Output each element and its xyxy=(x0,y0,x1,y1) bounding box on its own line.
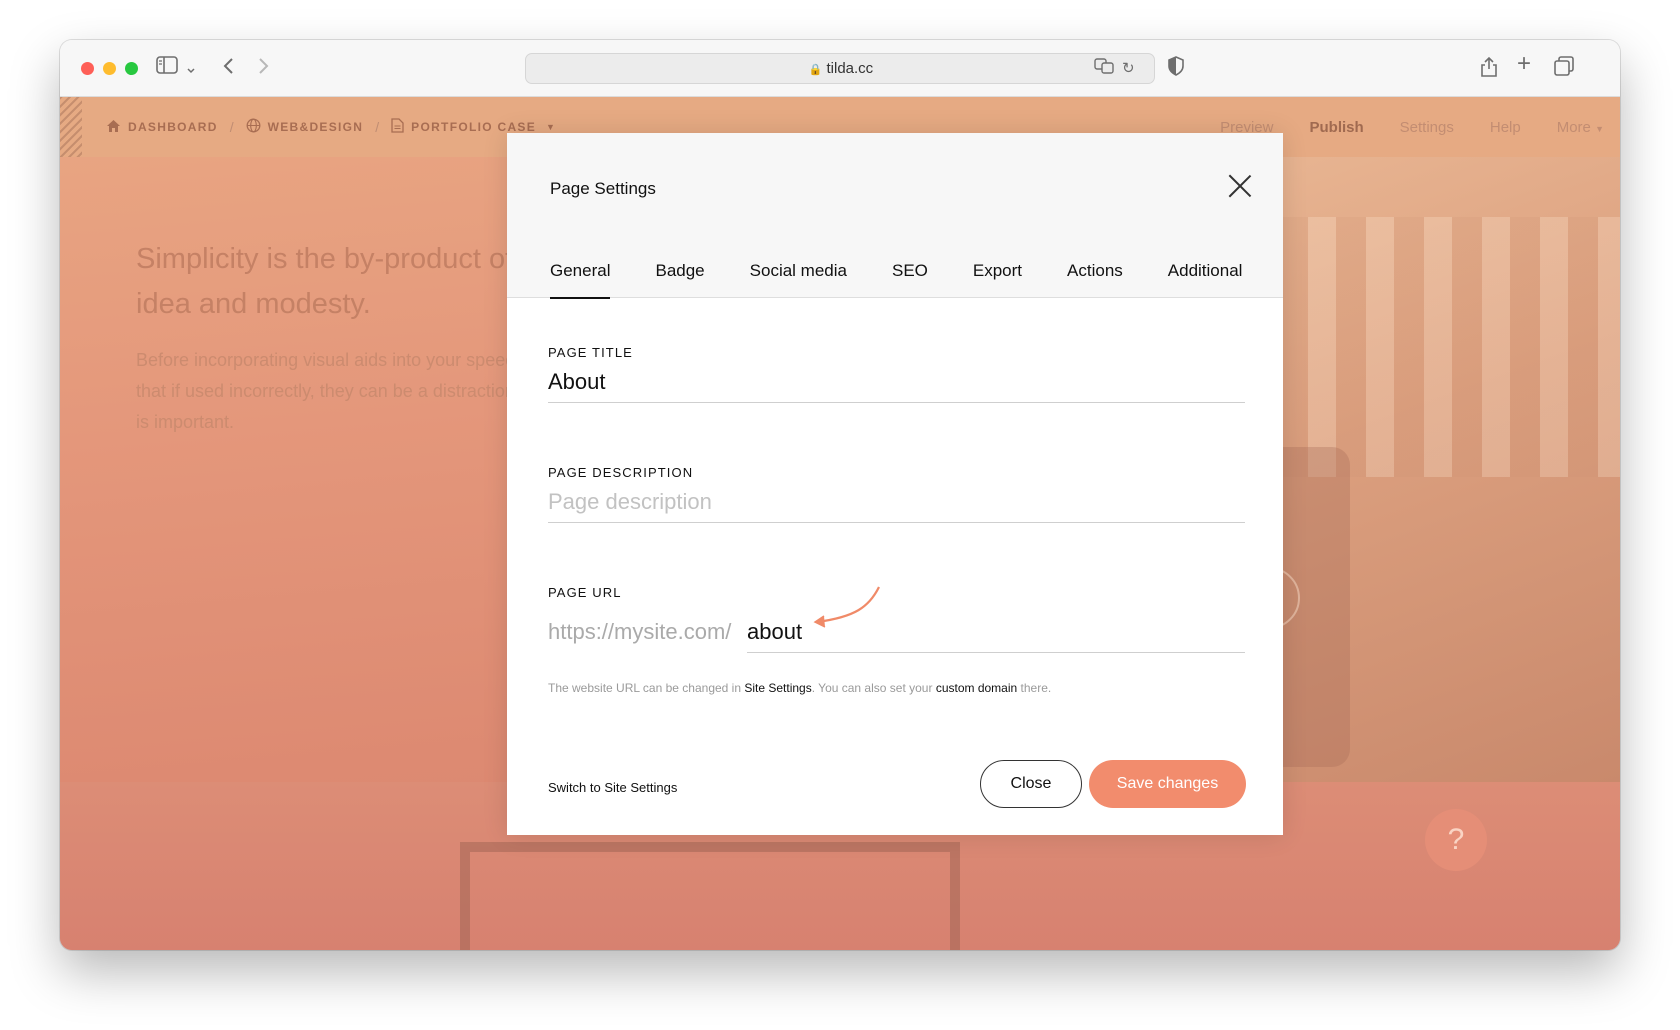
page-url-field: https://mysite.com/ xyxy=(548,611,1245,653)
browser-window: 🔒 tilda.cc ↻ + ? DASHBOARD / WEB&DESIGN … xyxy=(60,40,1620,950)
sidebar-toggle-icon[interactable] xyxy=(156,56,178,80)
page-title-label: PAGE TITLE xyxy=(548,345,633,360)
share-icon[interactable] xyxy=(1480,56,1498,84)
site-settings-link[interactable]: Site Settings xyxy=(744,681,811,695)
address-bar-text: 🔒 tilda.cc xyxy=(526,54,1156,84)
page-url-label: PAGE URL xyxy=(548,585,622,600)
breadcrumb-label: PORTFOLIO CASE xyxy=(411,120,537,134)
caret-down-icon: ▼ xyxy=(1595,123,1604,134)
browser-toolbar: 🔒 tilda.cc ↻ + xyxy=(60,40,1620,97)
modal-title: Page Settings xyxy=(550,179,656,198)
page-description-input[interactable] xyxy=(548,481,1245,523)
back-icon[interactable] xyxy=(222,56,236,82)
modal-header: Page Settings General Badge Social media… xyxy=(507,133,1283,299)
breadcrumb-separator: / xyxy=(229,119,234,135)
tab-seo[interactable]: SEO xyxy=(892,261,928,298)
breadcrumb-label: DASHBOARD xyxy=(128,120,218,134)
hint-text: . You can also set your xyxy=(811,681,936,695)
hint-text: there. xyxy=(1017,681,1052,695)
breadcrumb-project[interactable]: WEB&DESIGN xyxy=(246,118,364,136)
translate-icon[interactable] xyxy=(1094,57,1114,82)
breadcrumb-dashboard[interactable]: DASHBOARD xyxy=(106,119,218,136)
breadcrumb-label: WEB&DESIGN xyxy=(267,120,364,134)
tab-additional[interactable]: Additional xyxy=(1168,261,1243,298)
page-url-prefix: https://mysite.com/ xyxy=(548,619,732,644)
help-bubble-button[interactable]: ? xyxy=(1425,809,1487,871)
tab-overview-icon[interactable] xyxy=(1554,56,1574,82)
page-icon xyxy=(391,118,404,136)
chevron-down-icon[interactable] xyxy=(186,58,196,82)
new-tab-icon[interactable]: + xyxy=(1517,52,1531,76)
switch-to-site-settings-link[interactable]: Switch to Site Settings xyxy=(548,780,677,795)
settings-link[interactable]: Settings xyxy=(1400,119,1454,136)
custom-domain-link[interactable]: custom domain xyxy=(936,681,1017,695)
breadcrumb-separator: / xyxy=(375,119,380,135)
tab-badge[interactable]: Badge xyxy=(655,261,704,298)
arrow-annotation-icon xyxy=(813,586,880,628)
save-changes-button[interactable]: Save changes xyxy=(1089,760,1246,808)
tab-general[interactable]: General xyxy=(550,261,611,299)
publish-link[interactable]: Publish xyxy=(1309,119,1363,136)
background-device-frame xyxy=(460,842,960,950)
page-title-input[interactable] xyxy=(548,361,1245,403)
shield-icon[interactable] xyxy=(1167,56,1185,82)
help-link[interactable]: Help xyxy=(1490,119,1521,136)
tab-social-media[interactable]: Social media xyxy=(750,261,847,298)
settings-tabs: General Badge Social media SEO Export Ac… xyxy=(550,261,1243,299)
more-label: More xyxy=(1556,118,1591,136)
tab-export[interactable]: Export xyxy=(973,261,1022,298)
breadcrumb: DASHBOARD / WEB&DESIGN / PORTFOLIO CASE … xyxy=(106,97,556,157)
close-window-button[interactable] xyxy=(81,62,94,75)
background-photo-shelf xyxy=(1250,217,1620,477)
url-text: tilda.cc xyxy=(826,60,874,77)
minimize-window-button[interactable] xyxy=(103,62,116,75)
page-description-label: PAGE DESCRIPTION xyxy=(548,465,694,480)
zoom-window-button[interactable] xyxy=(125,62,138,75)
close-button[interactable]: Close xyxy=(980,760,1082,808)
address-bar[interactable]: 🔒 tilda.cc ↻ xyxy=(525,53,1155,84)
forward-icon[interactable] xyxy=(256,56,270,82)
caret-down-icon[interactable]: ▼ xyxy=(546,122,556,132)
lock-icon: 🔒 xyxy=(808,64,823,76)
url-hint: The website URL can be changed in Site S… xyxy=(548,681,1051,695)
tilda-logo-strip[interactable] xyxy=(60,97,82,157)
reload-icon[interactable]: ↻ xyxy=(1122,57,1135,81)
tab-actions[interactable]: Actions xyxy=(1067,261,1123,298)
close-icon[interactable] xyxy=(1225,171,1255,201)
globe-icon xyxy=(246,118,261,136)
page-settings-modal: Page Settings General Badge Social media… xyxy=(507,133,1283,835)
more-menu[interactable]: More ▼ xyxy=(1557,119,1604,136)
home-icon xyxy=(106,119,121,136)
hint-text: The website URL can be changed in xyxy=(548,681,745,695)
